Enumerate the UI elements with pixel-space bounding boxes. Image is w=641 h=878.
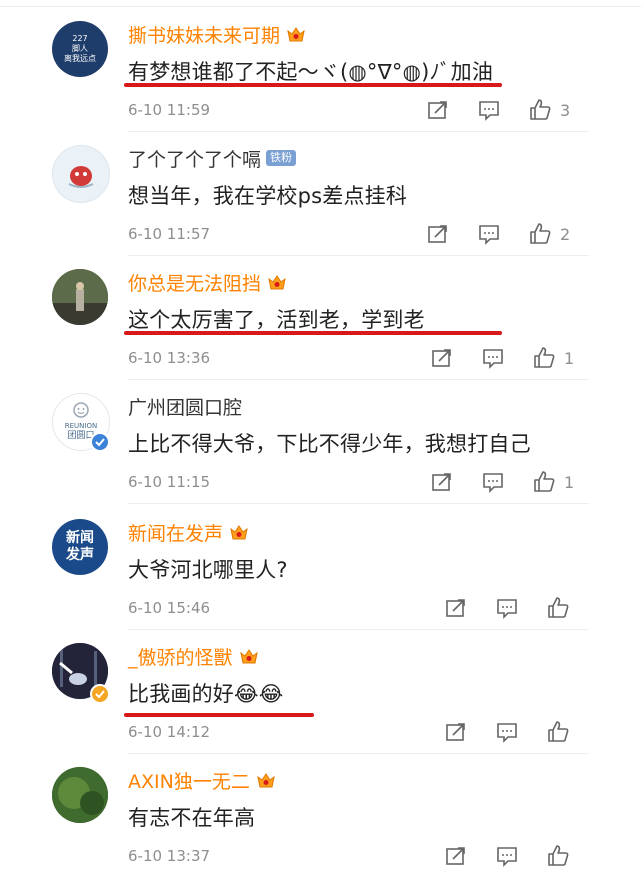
- share-icon[interactable]: [430, 346, 454, 370]
- share-icon[interactable]: [444, 720, 468, 744]
- comment-icon[interactable]: [481, 346, 505, 370]
- share-icon[interactable]: [430, 470, 454, 494]
- avatar[interactable]: 新闻 发声: [52, 519, 108, 575]
- verified-gold-icon: [90, 684, 110, 704]
- avatar[interactable]: [52, 767, 108, 823]
- comment-text: 大爷河北哪里人?: [128, 558, 288, 582]
- timestamp: 6-10 11:57: [128, 225, 211, 243]
- comment-item: _傲骄的怪獸 比我画的好😂😂 6-10 14:12: [0, 630, 641, 754]
- comment-item: 了个了个了个嗝 铁粉 想当年，我在学校ps差点挂科 6-10 11:57 2: [0, 132, 641, 256]
- avatar[interactable]: [52, 269, 108, 325]
- highlight-underline: [124, 331, 502, 335]
- comment-icon[interactable]: [495, 844, 519, 868]
- like-icon[interactable]: [546, 844, 570, 868]
- share-icon[interactable]: [426, 222, 450, 246]
- avatar[interactable]: [52, 145, 110, 203]
- highlight-underline: [124, 83, 502, 87]
- like-icon[interactable]: [528, 98, 552, 122]
- highlight-underline: [124, 713, 314, 717]
- like-count: 1: [564, 348, 575, 368]
- fan-badge: 铁粉: [266, 150, 297, 166]
- comment-text: 比我画的好😂😂: [128, 682, 284, 706]
- comment-icon[interactable]: [495, 720, 519, 744]
- like-icon[interactable]: [532, 470, 556, 494]
- comment-text: 这个太厉害了，活到老，学到老: [128, 308, 425, 332]
- like-count: 1: [564, 472, 575, 492]
- username[interactable]: 了个了个了个嗝: [128, 145, 261, 172]
- crown-icon: [286, 25, 306, 43]
- comment-item: AXIN独一无二 有志不在年高 6-10 13:37: [0, 754, 641, 878]
- share-icon[interactable]: [444, 844, 468, 868]
- crown-icon: [256, 771, 276, 789]
- divider: [128, 503, 589, 504]
- like-count: 2: [560, 224, 571, 244]
- comment-icon[interactable]: [477, 98, 501, 122]
- avatar-text: 新闻 发声: [66, 530, 94, 563]
- share-icon[interactable]: [444, 596, 468, 620]
- timestamp: 6-10 11:15: [128, 473, 211, 491]
- comment-text: 上比不得大爷，下比不得少年，我想打自己: [128, 432, 531, 456]
- avatar[interactable]: 227 脚人 离我远点: [52, 21, 108, 77]
- crown-icon: [229, 523, 249, 541]
- crown-icon: [267, 273, 287, 291]
- laugh-emoji-icon: 😂😂: [234, 682, 284, 706]
- timestamp: 6-10 15:46: [128, 599, 211, 617]
- like-icon[interactable]: [546, 596, 570, 620]
- username[interactable]: 撕书妹妹未来可期: [128, 21, 280, 48]
- top-divider: [0, 6, 641, 7]
- comment-text: 有梦想谁都了不起～ヾ(◍°∇°◍)ﾉﾞ加油: [128, 60, 494, 84]
- username[interactable]: 你总是无法阻挡: [128, 269, 261, 296]
- avatar-text: 227 脚人 离我远点: [64, 34, 96, 63]
- comment-text: 想当年，我在学校ps差点挂科: [128, 184, 408, 208]
- timestamp: 6-10 14:12: [128, 723, 211, 741]
- comment-item: 你总是无法阻挡 这个太厉害了，活到老，学到老 6-10 13:36 1: [0, 256, 641, 380]
- verified-blue-icon: [90, 432, 110, 452]
- comment-icon[interactable]: [481, 470, 505, 494]
- crown-icon: [239, 647, 259, 665]
- like-icon[interactable]: [532, 346, 556, 370]
- timestamp: 6-10 11:59: [128, 101, 211, 119]
- comment-item: 新闻 发声 新闻在发声 大爷河北哪里人? 6-10 15:46: [0, 506, 641, 630]
- timestamp: 6-10 13:37: [128, 847, 211, 865]
- comment-item: 227 脚人 离我远点 撕书妹妹未来可期 有梦想谁都了不起～ヾ(◍°∇°◍)ﾉﾞ…: [0, 8, 641, 132]
- username[interactable]: AXIN独一无二: [128, 767, 250, 794]
- like-icon[interactable]: [546, 720, 570, 744]
- username[interactable]: _傲骄的怪獸: [128, 643, 233, 670]
- comment-icon[interactable]: [477, 222, 501, 246]
- comment-text: 有志不在年高: [128, 806, 256, 830]
- like-icon[interactable]: [528, 222, 552, 246]
- username[interactable]: 新闻在发声: [128, 519, 223, 546]
- username[interactable]: 广州团圆口腔: [128, 393, 242, 420]
- comment-item: REUNION 团圆口 广州团圆口腔 上比不得大爷，下比不得少年，我想打自己 6…: [0, 380, 641, 504]
- timestamp: 6-10 13:36: [128, 349, 211, 367]
- share-icon[interactable]: [426, 98, 450, 122]
- comment-icon[interactable]: [495, 596, 519, 620]
- like-count: 3: [560, 100, 571, 120]
